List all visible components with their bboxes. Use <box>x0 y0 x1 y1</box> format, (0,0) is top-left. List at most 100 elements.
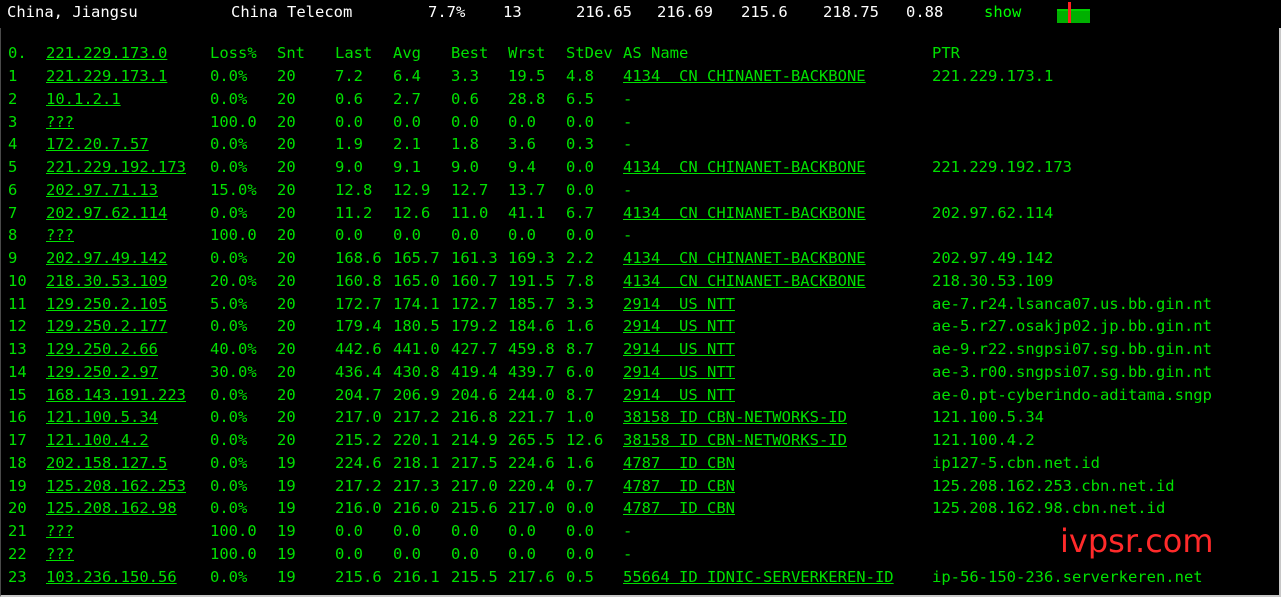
hop-last: 160.8 <box>335 271 382 290</box>
hop-best: 215.6 <box>451 499 498 518</box>
show-link[interactable]: show <box>984 3 1021 21</box>
hop-stdev: 0.3 <box>566 135 594 154</box>
hop-index: 10 <box>8 271 27 290</box>
hop-avg: 0.0 <box>393 544 421 563</box>
hop-avg: 216.1 <box>393 567 440 586</box>
hop-as-name[interactable]: 2914 US NTT <box>623 317 735 335</box>
table-row: 3??? 100.0 20 0.0 0.0 0.0 0.0 0.0 - <box>1 113 1279 136</box>
isp-label: China Telecom <box>231 3 353 21</box>
hop-last: 12.8 <box>335 180 373 199</box>
hop-host[interactable]: 218.30.53.109 <box>46 272 167 290</box>
hop-loss: 0.0% <box>210 453 248 472</box>
hop-best: 0.0 <box>451 112 479 131</box>
hop-worst: 191.5 <box>508 271 555 290</box>
hop-ptr: 202.97.49.142 <box>932 249 1054 268</box>
hop-as-name[interactable]: 4134 CN CHINANET-BACKBONE <box>623 249 866 267</box>
hop-host[interactable]: 129.250.2.177 <box>46 317 167 335</box>
hop-as-name[interactable]: 38158 ID CBN-NETWORKS-ID <box>623 408 847 426</box>
hop-host[interactable]: 172.20.7.57 <box>46 135 149 153</box>
hop-worst: 0.0 <box>508 544 536 563</box>
hop-best: 160.7 <box>451 271 498 290</box>
hop-as-name[interactable]: 4134 CN CHINANET-BACKBONE <box>623 158 866 176</box>
hop-host[interactable]: 202.158.127.5 <box>46 454 167 472</box>
hop-host[interactable]: 125.208.162.253 <box>46 477 186 495</box>
hop-best: 1.8 <box>451 135 479 154</box>
hop-avg: 2.7 <box>393 89 421 108</box>
header-as-name: AS Name <box>623 44 689 62</box>
hop-loss: 0.0% <box>210 249 248 268</box>
hop-host[interactable]: 221.229.192.173 <box>46 158 186 176</box>
hop-as-name[interactable]: 2914 US NTT <box>623 295 735 313</box>
hop-ptr: 125.208.162.253.cbn.net.id <box>932 476 1175 495</box>
hop-host[interactable]: 103.236.150.56 <box>46 568 177 586</box>
hop-as-name[interactable]: 2914 US NTT <box>623 340 735 358</box>
hop-as-name[interactable]: 4787 ID CBN <box>623 477 735 495</box>
hop-as-name: - <box>623 135 633 154</box>
hop-host[interactable]: 202.97.62.114 <box>46 204 167 222</box>
hop-host[interactable]: 121.100.4.2 <box>46 431 149 449</box>
hop-index: 13 <box>8 340 27 359</box>
table-row: 13 129.250.2.66 40.0% 20 442.6 441.0 427.7 459.… <box>1 340 1279 363</box>
table-row: 10 218.30.53.109 20.0% 20 160.8 165.0 160.7 191… <box>1 272 1279 295</box>
hop-host[interactable]: ??? <box>46 113 74 131</box>
hop-stdev: 0.0 <box>566 226 594 245</box>
hop-as-name[interactable]: 4134 CN CHINANET-BACKBONE <box>623 204 866 222</box>
hop-host[interactable]: 221.229.173.1 <box>46 67 167 85</box>
hop-avg: 12.9 <box>393 180 431 199</box>
hop-as-name[interactable]: 2914 US NTT <box>623 386 735 404</box>
table-row: 23 103.236.150.56 0.0% 19 215.6 216.1 215.5 217… <box>1 568 1279 591</box>
hop-as-name[interactable]: 38158 ID CBN-NETWORKS-ID <box>623 431 847 449</box>
hop-avg: 216.0 <box>393 499 440 518</box>
table-row: 8??? 100.0 20 0.0 0.0 0.0 0.0 0.0 - <box>1 226 1279 249</box>
hop-host[interactable]: 125.208.162.98 <box>46 499 177 517</box>
hop-worst: 220.4 <box>508 476 555 495</box>
hop-host[interactable]: 129.250.2.105 <box>46 295 167 313</box>
hop-loss: 15.0% <box>210 180 257 199</box>
hop-worst: 217.0 <box>508 499 555 518</box>
hop-worst: 169.3 <box>508 249 555 268</box>
hop-loss: 0.0% <box>210 476 248 495</box>
hop-best: 9.0 <box>451 158 479 177</box>
hop-ptr: 202.97.62.114 <box>932 203 1054 222</box>
hop-host[interactable]: ??? <box>46 226 74 244</box>
hop-as-name[interactable]: 4787 ID CBN <box>623 499 735 517</box>
hop-host[interactable]: 121.100.5.34 <box>46 408 158 426</box>
hop-avg: 206.9 <box>393 385 440 404</box>
hop-last: 436.4 <box>335 362 382 381</box>
hop-sent: 20 <box>277 158 296 177</box>
hop-host[interactable]: ??? <box>46 522 74 540</box>
hop-host[interactable]: ??? <box>46 545 74 563</box>
hop-loss: 0.0% <box>210 567 248 586</box>
hop-host[interactable]: 202.97.49.142 <box>46 249 167 267</box>
header-stdev: StDev <box>566 44 613 62</box>
hop-stdev: 0.0 <box>566 544 594 563</box>
hop-worst: 9.4 <box>508 158 536 177</box>
hop-stdev: 0.0 <box>566 112 594 131</box>
hop-sent: 20 <box>277 431 296 450</box>
hop-stdev: 7.8 <box>566 271 594 290</box>
hop-host[interactable]: 10.1.2.1 <box>46 90 121 108</box>
hop-host[interactable]: 129.250.2.97 <box>46 363 158 381</box>
hop-host[interactable]: 129.250.2.66 <box>46 340 158 358</box>
hop-as-name[interactable]: 55664 ID IDNIC-SERVERKEREN-ID <box>623 568 894 586</box>
header-wrst: Wrst <box>508 44 546 62</box>
hop-loss: 0.0% <box>210 158 248 177</box>
hop-index: 15 <box>8 385 27 404</box>
hop-last: 0.0 <box>335 522 363 541</box>
hop-as-name[interactable]: 4787 ID CBN <box>623 454 735 472</box>
hop-best: 0.0 <box>451 544 479 563</box>
sparkline-cap <box>1057 9 1090 11</box>
hop-as-name[interactable]: 4134 CN CHINANET-BACKBONE <box>623 67 866 85</box>
hop-as-name[interactable]: 4134 CN CHINANET-BACKBONE <box>623 272 866 290</box>
header-host[interactable]: 221.229.173.0 <box>46 44 167 62</box>
hop-host[interactable]: 202.97.71.13 <box>46 181 158 199</box>
hop-as-name[interactable]: 2914 US NTT <box>623 363 735 381</box>
hop-index: 17 <box>8 431 27 450</box>
hop-last: 0.6 <box>335 89 363 108</box>
hop-as-name: - <box>623 522 633 541</box>
hop-loss: 0.0% <box>210 499 248 518</box>
hop-stdev: 12.6 <box>566 431 604 450</box>
hop-host[interactable]: 168.143.191.223 <box>46 386 186 404</box>
hop-stdev: 0.5 <box>566 567 594 586</box>
hop-worst: 3.6 <box>508 135 536 154</box>
